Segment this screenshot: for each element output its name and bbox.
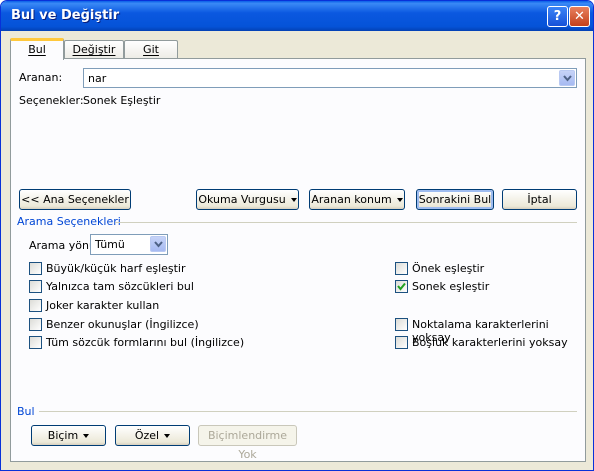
dropdown-arrow-icon <box>290 198 297 202</box>
tab-panel: Aranan: nar Seçenekler: Sonek Eşleştir <… <box>10 58 586 462</box>
chevron-down-icon <box>154 241 163 248</box>
find-in-button[interactable]: Aranan konum <box>309 189 405 210</box>
options-summary-label: Seçenekler: <box>19 94 84 107</box>
find-replace-dialog: Bul ve Değiştir ? ✕ Bul Değiştir Git Ara… <box>0 0 594 471</box>
search-direction-select[interactable]: Tümü <box>90 234 168 255</box>
whole-words-checkbox[interactable] <box>29 280 42 293</box>
sounds-like-label: Benzer okunuşlar (İngilizce) <box>46 318 199 331</box>
match-case-label: Büyük/küçük harf eşleştir <box>46 262 186 275</box>
cancel-button[interactable]: İptal <box>502 189 577 210</box>
less-options-button[interactable]: << Ana Seçenekler <box>19 189 131 210</box>
dropdown-arrow-icon <box>164 434 171 438</box>
tab-goto[interactable]: Git <box>124 40 178 59</box>
match-suffix-checkbox[interactable] <box>395 280 408 293</box>
tab-goto-label: Git <box>143 43 159 56</box>
find-group-title: Bul <box>17 405 35 418</box>
ignore-punctuation-checkbox[interactable] <box>395 318 408 331</box>
match-suffix-label: Sonek eşleştir <box>412 280 490 293</box>
reading-highlight-label: Okuma Vurgusu <box>198 193 286 206</box>
whole-words-label: Yalnızca tam sözcükleri bul <box>46 280 194 293</box>
format-button[interactable]: Biçim <box>31 425 106 446</box>
combo-dropdown-button[interactable] <box>559 70 575 86</box>
tab-find[interactable]: Bul <box>10 38 64 60</box>
divider <box>39 411 577 412</box>
select-dropdown-button[interactable] <box>150 236 166 252</box>
title-bar[interactable]: Bul ve Değiştir ? ✕ <box>1 1 593 31</box>
find-what-value[interactable]: nar <box>88 72 106 85</box>
help-button[interactable]: ? <box>547 6 568 27</box>
wildcards-checkbox[interactable] <box>29 299 42 312</box>
close-button[interactable]: ✕ <box>569 6 590 27</box>
find-in-label: Aranan konum <box>311 193 392 206</box>
tab-replace-label: Değiştir <box>72 43 116 56</box>
match-case-checkbox[interactable] <box>29 262 42 275</box>
dropdown-arrow-icon <box>396 198 403 202</box>
find-next-button[interactable]: Sonrakini Bul <box>416 189 494 210</box>
search-direction-value: Tümü <box>95 238 125 251</box>
reading-highlight-button[interactable]: Okuma Vurgusu <box>196 189 299 210</box>
no-formatting-button[interactable]: Biçimlendirme Yok <box>198 425 297 461</box>
divider <box>115 222 577 223</box>
sounds-like-checkbox[interactable] <box>29 318 42 331</box>
checkmark-icon <box>397 282 406 291</box>
word-forms-label: Tüm sözcük formlarını bul (İngilizce) <box>46 336 245 349</box>
options-summary-value: Sonek Eşleştir <box>83 94 161 107</box>
match-prefix-checkbox[interactable] <box>395 262 408 275</box>
match-prefix-label: Önek eşleştir <box>412 262 485 275</box>
tab-replace[interactable]: Değiştir <box>64 40 124 59</box>
special-label: Özel <box>134 429 160 442</box>
chevron-down-icon <box>563 75 572 82</box>
search-options-title: Arama Seçenekleri <box>17 215 121 228</box>
find-what-combobox[interactable]: nar <box>83 68 577 88</box>
wildcards-label: Joker karakter kullan <box>46 299 160 312</box>
ignore-whitespace-label: Boşluk karakterlerini yoksay <box>412 336 568 349</box>
ignore-whitespace-checkbox[interactable] <box>395 336 408 349</box>
format-label: Biçim <box>47 429 79 442</box>
window-title: Bul ve Değiştir <box>11 8 120 23</box>
find-what-label: Aranan: <box>19 71 63 84</box>
special-button[interactable]: Özel <box>115 425 190 446</box>
word-forms-checkbox[interactable] <box>29 336 42 349</box>
tab-find-label: Bul <box>28 43 46 56</box>
dropdown-arrow-icon <box>83 434 90 438</box>
